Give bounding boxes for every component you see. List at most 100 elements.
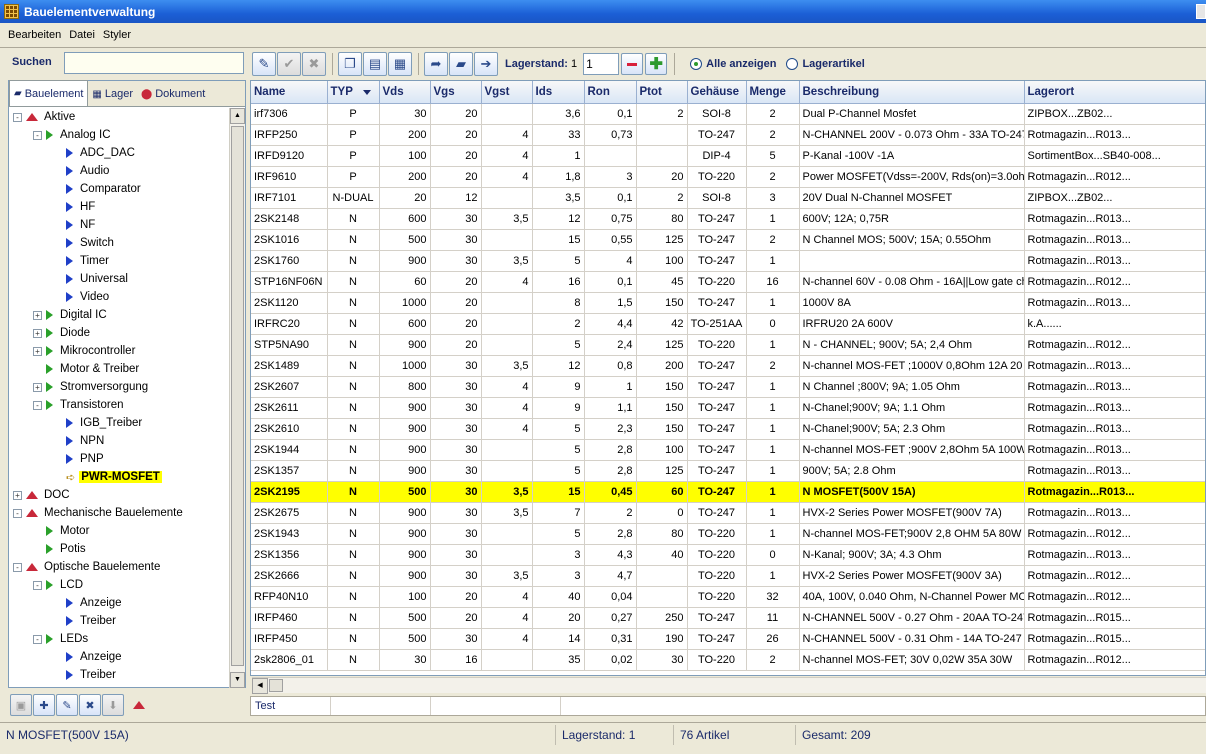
delete-folder-button[interactable]: ✖ (79, 694, 101, 716)
collapse-icon[interactable]: - (33, 580, 42, 590)
table-row[interactable]: 2SK2611 N 900 30 4 9 1,1 150 TO-247 1 N-Chanel;900… (251, 397, 1205, 419)
table-row[interactable]: irf7306 P 30 20 3,6 0,1 2 SOI-8 2 Dual P-Channel … (251, 103, 1205, 125)
tree-scrollbar[interactable]: ▲ ▼ (229, 108, 245, 688)
tree-node[interactable]: - Analog IC (33, 126, 111, 144)
tree-node[interactable]: Audio (53, 162, 109, 180)
tree-node[interactable]: Anzeige (53, 594, 122, 612)
increase-stock-button[interactable]: ✚ (645, 53, 668, 75)
tree-node[interactable]: Anzeige (53, 648, 122, 666)
table-row[interactable]: 2SK2195 N 500 30 3,5 15 0,45 60 TO-247 1 N MOSFET(… (251, 481, 1205, 503)
column-header[interactable]: Gehäuse (687, 81, 747, 104)
tree-node[interactable]: + DOC (13, 486, 70, 504)
table-scrollbar[interactable]: ◀ (252, 677, 1206, 694)
table-row[interactable]: 2SK2675 N 900 30 3,5 7 2 0 TO-247 1 HVX-2 Series P… (251, 502, 1205, 524)
collapse-icon[interactable]: - (13, 508, 22, 518)
table-row[interactable]: 2SK1489 N 1000 30 3,5 12 0,8 200 TO-247 2 N-channe… (251, 355, 1205, 377)
tree-node[interactable]: Universal (53, 270, 128, 288)
column-header[interactable]: TYP (327, 81, 380, 104)
tree-node[interactable]: Motor & Treiber (33, 360, 139, 378)
tree-node[interactable]: - Aktive (13, 108, 75, 126)
table-row[interactable]: IRFP450 N 500 30 4 14 0,31 190 TO-247 26 N-CHANNEL… (251, 628, 1205, 650)
move-folder-button[interactable]: ⬇ (102, 694, 124, 716)
tree-node[interactable]: + Digital IC (33, 306, 107, 324)
column-header[interactable]: Ptot (636, 81, 688, 104)
tree-node[interactable]: - LCD (33, 576, 83, 594)
report-button[interactable]: ▦ (388, 52, 412, 76)
table-row[interactable]: RFP40N10 N 100 20 4 40 0,04 TO-220 32 40A, 100V, … (251, 586, 1205, 608)
table-row[interactable]: STP5NA90 N 900 20 5 2,4 125 TO-220 1 N - CHANNEL;… (251, 334, 1205, 356)
table-row[interactable]: 2SK2610 N 900 30 4 5 2,3 150 TO-247 1 N-Chanel;900… (251, 418, 1205, 440)
forward-button[interactable]: ➔ (474, 52, 498, 76)
lagerstand-input[interactable] (583, 53, 620, 75)
collapse-icon[interactable]: - (33, 634, 42, 644)
tree-node[interactable]: Comparator (53, 180, 141, 198)
tab-dokument[interactable]: ⬤ Dokument (137, 82, 209, 106)
table-row[interactable]: 2SK1943 N 900 30 5 2,8 80 TO-220 1 N-channel MOS-… (251, 523, 1205, 545)
column-header[interactable]: Vgst (481, 81, 533, 104)
column-header[interactable]: Ron (584, 81, 637, 104)
table-row[interactable]: 2SK2148 N 600 30 3,5 12 0,75 80 TO-247 1 600V; 12A… (251, 208, 1205, 230)
tab-lager[interactable]: ▦ Lager (88, 82, 137, 106)
scroll-left-icon[interactable]: ◀ (252, 678, 268, 694)
table-row[interactable]: 2SK2666 N 900 30 3,5 3 4,7 TO-220 1 HVX-2 Series … (251, 565, 1205, 587)
tree-node[interactable]: Video (53, 288, 109, 306)
table-row[interactable]: 2SK1944 N 900 30 5 2,8 100 TO-247 1 N-channel MOS… (251, 439, 1205, 461)
tree-node[interactable]: - Optische Bauelemente (13, 558, 160, 576)
tree-node[interactable]: IGB_Treiber (53, 414, 142, 432)
column-header[interactable]: Menge (746, 81, 800, 104)
chip-button[interactable]: ▰ (449, 52, 473, 76)
cancel-button[interactable]: ✖ (302, 52, 326, 76)
tree-node[interactable]: NPN (53, 432, 104, 450)
expand-icon[interactable]: + (13, 490, 22, 500)
table-row[interactable]: 2SK1357 N 900 30 5 2,8 125 TO-247 1 900V; 5A; 2.8… (251, 460, 1205, 482)
collapse-icon[interactable]: - (33, 130, 42, 140)
tree-node[interactable]: ADC_DAC (53, 144, 135, 162)
column-header[interactable]: Vgs (430, 81, 482, 104)
collapse-icon[interactable]: - (13, 562, 22, 572)
menu-datei[interactable]: Datei (69, 29, 95, 41)
radio-show-all[interactable]: Alle anzeigen (690, 58, 776, 70)
tree-node[interactable]: HF (53, 198, 95, 216)
tree-node[interactable]: - LEDs (33, 630, 88, 648)
table-row[interactable]: IRFP250 P 200 20 4 33 0,73 TO-247 2 N-CHANNEL 200… (251, 124, 1205, 146)
table-row[interactable]: STP16NF06N N 60 20 4 16 0,1 45 TO-220 16 N-channel… (251, 271, 1205, 293)
table-row[interactable]: 2SK1356 N 900 30 3 4,3 40 TO-220 0 N-Kanal; 900V;… (251, 544, 1205, 566)
table-row[interactable]: IRF9610 P 200 20 4 1,8 3 20 TO-220 2 Power MOSFET(… (251, 166, 1205, 188)
menu-styler[interactable]: Styler (103, 29, 131, 41)
copy-button[interactable]: ❐ (338, 52, 362, 76)
column-header[interactable]: Beschreibung (799, 81, 1025, 104)
expand-icon[interactable]: + (33, 346, 42, 356)
tree-node[interactable]: Treiber (53, 666, 116, 684)
search-input[interactable] (64, 52, 244, 74)
expand-icon[interactable]: + (33, 328, 42, 338)
table-row[interactable]: 2SK1760 N 900 30 3,5 5 4 100 TO-247 1 Rotmagazin..… (251, 250, 1205, 272)
table-row[interactable]: 2SK2607 N 800 30 4 9 1 150 TO-247 1 N Channel ;800… (251, 376, 1205, 398)
tree-node[interactable]: ➪ PWR-MOSFET (53, 468, 162, 486)
tree-node[interactable]: + Diode (33, 324, 90, 342)
expand-icon[interactable]: + (33, 310, 42, 320)
table-row[interactable]: 2sk2806_01 N 30 16 35 0,02 30 TO-220 2 N-channel … (251, 649, 1205, 671)
menu-bearbeiten[interactable]: Bearbeiten (8, 29, 61, 41)
table-row[interactable]: 2SK1016 N 500 30 15 0,55 125 TO-247 2 N Channel M… (251, 229, 1205, 251)
tree-node[interactable]: Treiber (53, 612, 116, 630)
decrease-stock-button[interactable] (621, 53, 644, 75)
table-row[interactable]: IRFRC20 N 600 20 2 4,4 42 TO-251AA 0 IRFRU20 2A 6… (251, 313, 1205, 335)
tree-node[interactable]: - Mechanische Bauelemente (13, 504, 183, 522)
add-record-button[interactable]: ▤ (363, 52, 387, 76)
add-folder-button[interactable]: ✚ (33, 694, 55, 716)
table-row[interactable]: 2SK1120 N 1000 20 8 1,5 150 TO-247 1 1000V 8A Rotm… (251, 292, 1205, 314)
tree-node[interactable]: NF (53, 216, 95, 234)
edit-folder-button[interactable]: ✎ (56, 694, 78, 716)
scroll-thumb[interactable] (269, 679, 283, 692)
tab-bauelement[interactable]: ▰ Bauelement (9, 80, 89, 106)
tree-node[interactable]: Potis (33, 540, 86, 558)
scroll-thumb[interactable] (231, 126, 244, 666)
tree-node[interactable]: Timer (53, 252, 109, 270)
scroll-up-icon[interactable]: ▲ (230, 108, 245, 124)
tree-node[interactable]: PNP (53, 450, 104, 468)
expand-icon[interactable]: + (33, 382, 42, 392)
collapse-icon[interactable]: - (33, 400, 42, 410)
tree-node[interactable]: + Stromversorgung (33, 378, 148, 396)
collapse-icon[interactable]: - (13, 112, 22, 122)
table-row[interactable]: IRF7101 N-DUAL 20 12 3,5 0,1 2 SOI-8 3 20V Dual N… (251, 187, 1205, 209)
